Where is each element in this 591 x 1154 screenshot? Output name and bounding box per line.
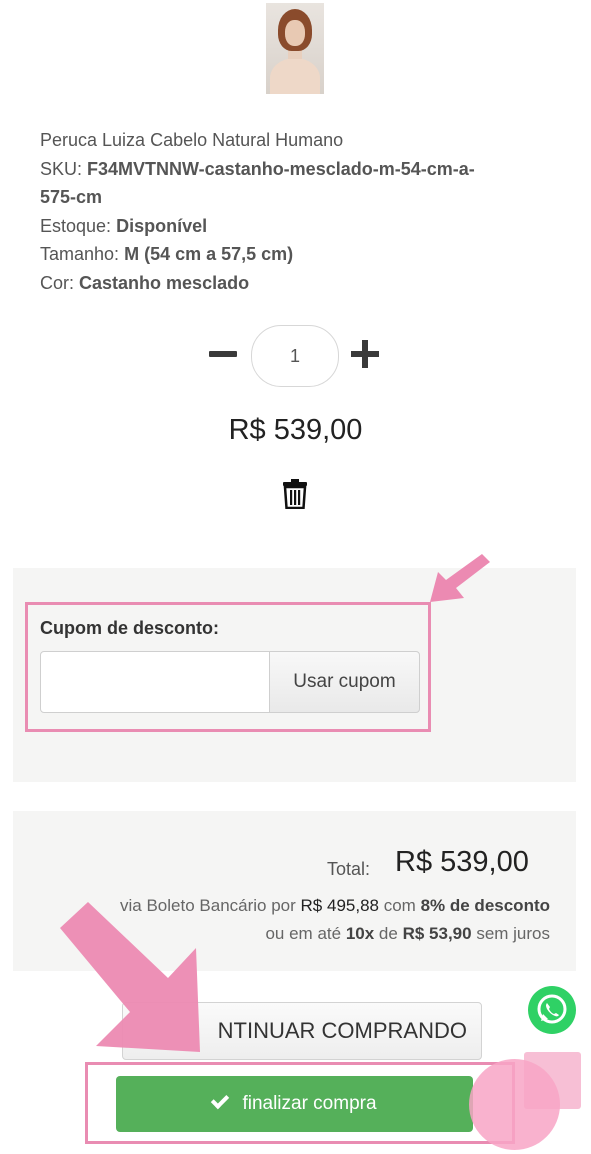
stock-value: Disponível [116,215,208,236]
product-info: Peruca Luiza Cabelo Natural Humano SKU: … [40,126,540,298]
checkout-button[interactable]: finalizar compra [116,1076,473,1132]
item-price: R$ 539,00 [228,414,363,446]
installment-de: de [378,924,398,943]
product-image[interactable] [266,3,324,94]
quantity-input[interactable]: 1 [251,325,339,387]
product-name: Peruca Luiza Cabelo Natural Humano [40,130,344,150]
use-coupon-button[interactable]: Usar cupom [269,651,420,713]
checkout-label: finalizar compra [242,1093,377,1114]
sku-value: F34MVTNNW-castanho-mesclado-m-54-cm-a- [87,158,475,179]
sku-label: SKU: [40,158,83,179]
installment-count: 10x [345,924,375,943]
installment-suffix: sem juros [476,924,550,943]
coupon-label: Cupom de desconto: [40,618,219,638]
total-value: R$ 539,00 [395,846,529,878]
color-value: Castanho mesclado [79,272,250,293]
pointer-arrow-large-icon [60,902,200,1052]
installment-value: R$ 53,90 [402,924,472,943]
total-label: Total: [327,859,371,879]
check-icon [211,1090,230,1110]
product-sku: SKU: F34MVTNNW-castanho-mesclado-m-54-cm… [40,155,540,212]
boleto-price: R$ 495,88 [300,896,379,915]
stock-label: Estoque: [40,215,112,236]
size-label: Tamanho: [40,244,120,265]
quantity-stepper: 1 [0,325,591,387]
product-color: Cor: Castanho mesclado [40,269,540,298]
product-stock: Estoque: Disponível [40,212,540,241]
plus-icon[interactable] [351,340,379,368]
installment-prefix: ou em até [265,924,342,943]
trash-icon[interactable] [283,479,307,510]
boleto-with: com [383,896,416,915]
boleto-discount: 8% de desconto [420,896,550,915]
minus-icon[interactable] [209,351,237,357]
whatsapp-icon[interactable] [528,986,576,1034]
product-size: Tamanho: M (54 cm a 57,5 cm) [40,240,540,269]
pointer-arrow-icon [430,554,490,602]
size-value: M (54 cm a 57,5 cm) [124,244,294,265]
coupon-input[interactable] [40,651,271,713]
touch-indicator [469,1059,560,1150]
sku-value-cont: 575-cm [40,187,103,208]
color-label: Cor: [40,272,75,293]
